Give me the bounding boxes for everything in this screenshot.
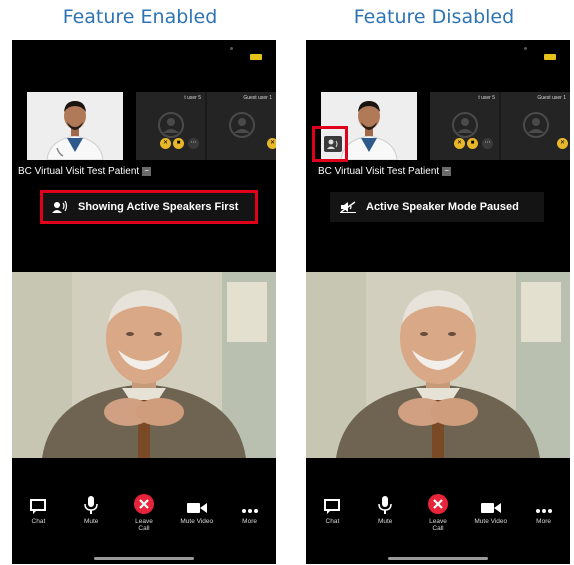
- participant-name: Guest user 1: [243, 95, 272, 101]
- call-toolbar: Chat Mute Leave Call Mute Video More: [306, 494, 570, 548]
- patient-name: BC Virtual Visit Test Patient: [318, 166, 440, 177]
- camera-dot: [524, 47, 527, 50]
- more-label: More: [536, 518, 551, 525]
- mute-button[interactable]: Mute: [360, 496, 410, 548]
- microphone-icon: [378, 496, 392, 514]
- battery-icon: [544, 54, 556, 60]
- participant-tile-2[interactable]: Guest user 1 ✕: [207, 92, 276, 160]
- avatar-placeholder-icon: [452, 112, 478, 138]
- more-button[interactable]: More: [519, 496, 569, 548]
- chat-button[interactable]: Chat: [307, 496, 357, 548]
- mic-muted-badge-icon: ✕: [267, 138, 276, 149]
- phone-screen-disabled: t user 5 ✕ ■ ⋯ Guest user 1 ✕ BC Virtual…: [306, 40, 570, 564]
- leave-call-button[interactable]: Leave Call: [413, 494, 463, 548]
- speaker-paused-icon: [340, 201, 356, 213]
- call-toolbar: Chat Mute Leave Call Mute Video More: [12, 494, 276, 548]
- home-indicator[interactable]: [94, 557, 194, 560]
- participant-name: t user 5: [184, 95, 201, 101]
- active-speaker-banner[interactable]: Active Speaker Mode Paused: [330, 192, 544, 222]
- patient-name: BC Virtual Visit Test Patient: [18, 166, 140, 177]
- avatar-placeholder-icon: [229, 112, 255, 138]
- caption-feature-enabled: Feature Enabled: [62, 6, 218, 28]
- mute-video-label: Mute Video: [474, 518, 508, 525]
- chat-icon: [30, 499, 47, 514]
- more-dots-icon: [241, 509, 258, 513]
- video-off-badge-icon: ■: [467, 138, 478, 149]
- collapse-button[interactable]: −: [442, 166, 452, 176]
- video-off-badge-icon: ■: [173, 138, 184, 149]
- leave-call-icon: [427, 494, 448, 514]
- battery-icon: [250, 54, 262, 60]
- patient-video[interactable]: [306, 272, 570, 458]
- mic-muted-badge-icon: ✕: [454, 138, 465, 149]
- doctor-image: [27, 92, 123, 160]
- more-options-badge-icon[interactable]: ⋯: [482, 138, 493, 149]
- patient-name-label: BC Virtual Visit Test Patient −: [318, 166, 452, 177]
- chat-icon: [324, 499, 341, 514]
- mute-label: Mute: [83, 518, 99, 525]
- more-label: More: [242, 518, 257, 525]
- mute-video-button[interactable]: Mute Video: [172, 496, 222, 548]
- elderly-man-image: [12, 272, 276, 458]
- collapse-button[interactable]: −: [142, 166, 152, 176]
- participant-name: Guest user 1: [537, 95, 566, 101]
- patient-name-label: BC Virtual Visit Test Patient −: [18, 166, 152, 177]
- leave-call-button[interactable]: Leave Call: [119, 494, 169, 548]
- leave-label: Leave: [135, 518, 153, 525]
- highlight-box: [40, 190, 258, 224]
- chat-button[interactable]: Chat: [13, 496, 63, 548]
- mute-label: Mute: [377, 518, 393, 525]
- more-options-badge-icon[interactable]: ⋯: [188, 138, 199, 149]
- call-label: Call: [138, 525, 150, 532]
- leave-label: Leave: [429, 518, 447, 525]
- mic-muted-badge-icon: ✕: [160, 138, 171, 149]
- call-label: Call: [432, 525, 444, 532]
- participant-name: t user 5: [478, 95, 495, 101]
- elderly-man-image: [306, 272, 570, 458]
- leave-call-icon: [133, 494, 154, 514]
- mute-video-label: Mute Video: [180, 518, 214, 525]
- participant-tiles: t user 5 ✕ ■ ⋯ Guest user 1 ✕: [136, 92, 276, 160]
- banner-text: Active Speaker Mode Paused: [366, 201, 519, 213]
- participant-tiles: t user 5 ✕ ■ ⋯ Guest user 1 ✕: [430, 92, 570, 160]
- caption-feature-disabled: Feature Disabled: [353, 6, 515, 28]
- avatar-placeholder-icon: [523, 112, 549, 138]
- home-indicator[interactable]: [388, 557, 488, 560]
- video-camera-icon: [186, 503, 207, 513]
- microphone-icon: [84, 496, 98, 514]
- mic-muted-badge-icon: ✕: [557, 138, 568, 149]
- chat-label: Chat: [31, 518, 46, 525]
- more-dots-icon: [535, 509, 552, 513]
- doctor-video-tile[interactable]: [27, 92, 123, 160]
- phone-screen-enabled: t user 5 ✕ ■ ⋯ Guest user 1 ✕ BC Virtual…: [12, 40, 276, 564]
- patient-video[interactable]: [12, 272, 276, 458]
- mute-video-button[interactable]: Mute Video: [466, 496, 516, 548]
- participant-tile-2[interactable]: Guest user 1 ✕: [501, 92, 570, 160]
- video-camera-icon: [480, 503, 501, 513]
- avatar-placeholder-icon: [158, 112, 184, 138]
- highlight-box: [312, 126, 348, 162]
- mute-button[interactable]: Mute: [66, 496, 116, 548]
- chat-label: Chat: [325, 518, 340, 525]
- participant-tile-1[interactable]: t user 5 ✕ ■ ⋯: [430, 92, 499, 160]
- participant-tile-1[interactable]: t user 5 ✕ ■ ⋯: [136, 92, 205, 160]
- more-button[interactable]: More: [225, 496, 275, 548]
- camera-dot: [230, 47, 233, 50]
